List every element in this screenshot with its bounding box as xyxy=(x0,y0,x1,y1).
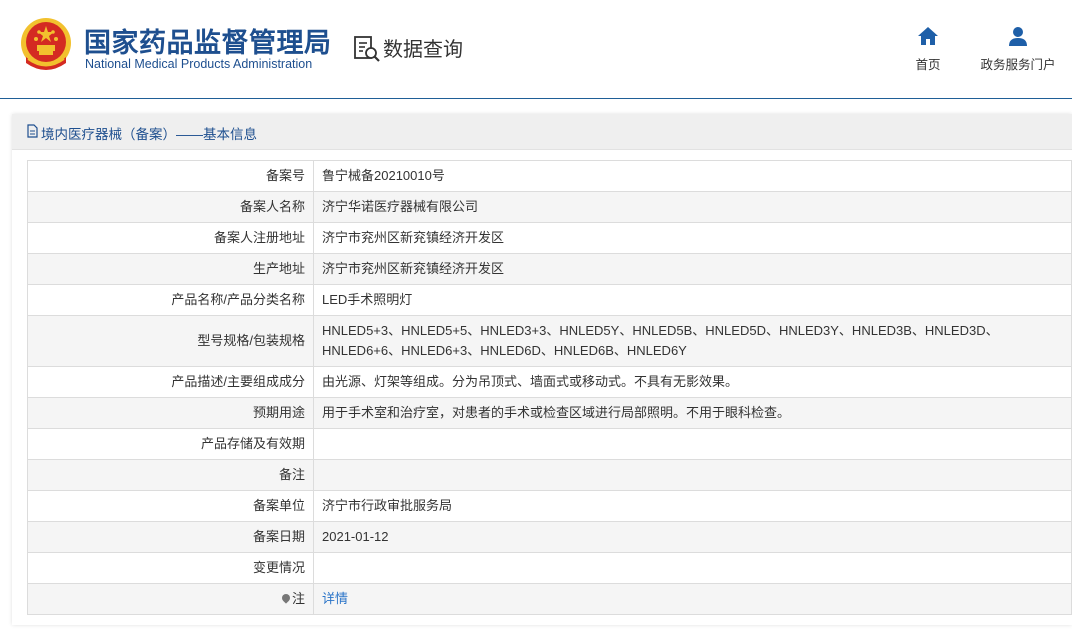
field-value: 2021-01-12 xyxy=(313,521,1072,553)
data-query-icon xyxy=(354,36,380,62)
field-label: 产品存储及有效期 xyxy=(27,428,314,460)
field-value: 鲁宁械备20210010号 xyxy=(313,160,1072,192)
field-value: 由光源、灯架等组成。分为吊顶式、墙面式或移动式。不具有无影效果。 xyxy=(313,366,1072,398)
pin-icon xyxy=(280,592,292,604)
field-label: 备注 xyxy=(27,459,314,491)
table-row: 变更情况 xyxy=(27,552,1072,584)
note-label: 注 xyxy=(291,591,305,606)
field-label: 预期用途 xyxy=(27,397,314,429)
field-label: 生产地址 xyxy=(27,253,314,285)
field-label: 备案单位 xyxy=(27,490,314,522)
table-row: 型号规格/包装规格 HNLED5+3、HNLED5+5、HNLED3+3、HNL… xyxy=(27,315,1072,367)
field-label: 产品名称/产品分类名称 xyxy=(27,284,314,316)
table-row: 产品名称/产品分类名称 LED手术照明灯 xyxy=(27,284,1072,316)
field-value: LED手术照明灯 xyxy=(313,284,1072,316)
field-label: 变更情况 xyxy=(27,552,314,584)
table-row: 产品存储及有效期 xyxy=(27,428,1072,460)
field-label: 型号规格/包装规格 xyxy=(27,315,314,367)
national-emblem-icon xyxy=(21,18,71,70)
field-value: 用于手术室和治疗室，对患者的手术或检查区域进行局部照明。不用于眼科检查。 xyxy=(313,397,1072,429)
home-icon xyxy=(918,27,938,45)
section-title: 数据查询 xyxy=(383,39,463,61)
table-row: 备案号 鲁宁械备20210010号 xyxy=(27,160,1072,192)
nav-home-link[interactable]: 首页 xyxy=(904,26,952,73)
org-name-en: National Medical Products Administration xyxy=(85,57,313,71)
details-link[interactable]: 详情 xyxy=(322,591,348,606)
field-label: 备案人注册地址 xyxy=(27,222,314,254)
table-row: 生产地址 济宁市兖州区新兖镇经济开发区 xyxy=(27,253,1072,285)
nav-home-label: 首页 xyxy=(915,58,941,72)
table-row: 备案人名称 济宁华诺医疗器械有限公司 xyxy=(27,191,1072,223)
field-value: 济宁华诺医疗器械有限公司 xyxy=(313,191,1072,223)
document-icon xyxy=(27,124,38,138)
field-label-note: 注 xyxy=(27,583,314,615)
table-row: 备案人注册地址 济宁市兖州区新兖镇经济开发区 xyxy=(27,222,1072,254)
table-row: 注 详情 xyxy=(27,583,1072,615)
table-row: 产品描述/主要组成成分 由光源、灯架等组成。分为吊顶式、墙面式或移动式。不具有无… xyxy=(27,366,1072,398)
field-label: 产品描述/主要组成成分 xyxy=(27,366,314,398)
user-icon xyxy=(1009,27,1027,46)
field-label: 备案号 xyxy=(27,160,314,192)
field-value: HNLED5+3、HNLED5+5、HNLED3+3、HNLED5Y、HNLED… xyxy=(313,315,1072,367)
panel-header: 境内医疗器械（备案）——基本信息 xyxy=(12,114,1072,150)
field-label: 备案日期 xyxy=(27,521,314,553)
field-value: 详情 xyxy=(313,583,1072,615)
field-value xyxy=(313,428,1072,460)
org-name-cn: 国家药品监督管理局 xyxy=(84,28,332,58)
field-value xyxy=(313,552,1072,584)
record-table: 备案号 鲁宁械备20210010号 备案人名称 济宁华诺医疗器械有限公司 备案人… xyxy=(27,160,1072,615)
table-row: 预期用途 用于手术室和治疗室，对患者的手术或检查区域进行局部照明。不用于眼科检查… xyxy=(27,397,1072,429)
panel-title: 境内医疗器械（备案）——基本信息 xyxy=(41,127,257,142)
table-row: 备案日期 2021-01-12 xyxy=(27,521,1072,553)
table-row: 备注 xyxy=(27,459,1072,491)
info-panel: 境内医疗器械（备案）——基本信息 备案号 鲁宁械备20210010号 备案人名称… xyxy=(12,114,1072,625)
field-value: 济宁市行政审批服务局 xyxy=(313,490,1072,522)
table-row: 备案单位 济宁市行政审批服务局 xyxy=(27,490,1072,522)
header-divider xyxy=(0,98,1072,99)
nav-portal-link[interactable]: 政务服务门户 xyxy=(972,26,1064,73)
field-label: 备案人名称 xyxy=(27,191,314,223)
field-value: 济宁市兖州区新兖镇经济开发区 xyxy=(313,222,1072,254)
nav-portal-label: 政务服务门户 xyxy=(980,58,1056,72)
site-header: 国家药品监督管理局 National Medical Products Admi… xyxy=(0,0,1072,98)
field-value: 济宁市兖州区新兖镇经济开发区 xyxy=(313,253,1072,285)
field-value xyxy=(313,459,1072,491)
